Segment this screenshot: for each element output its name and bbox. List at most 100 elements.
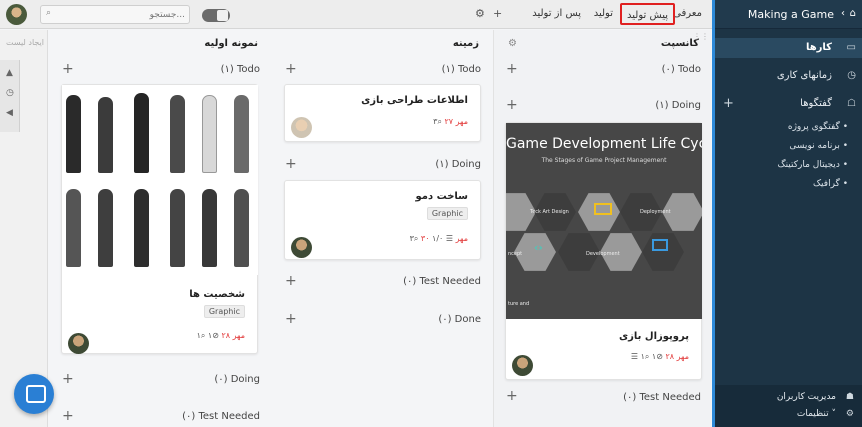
home-icon[interactable]: ⌂ — [850, 8, 856, 19]
card-make-demo[interactable]: ساخت دمو Graphic ۳⌕ ۳۰ مهر ☰ ۱/۰ — [284, 180, 481, 260]
drag-handle-icon[interactable]: ⋮⋮ — [693, 32, 709, 41]
top-bar: معرفی پیش تولید تولید پس از تولید + ⚙ ⌕ — [0, 0, 712, 29]
sidebar-item-tasks[interactable]: کارها ▭ — [715, 38, 862, 58]
section-test-needed: (۰) Test Needed — [403, 276, 481, 287]
comment-count: ۱ — [640, 352, 645, 361]
filter-icon[interactable]: ▲ — [6, 68, 13, 78]
section-todo: (۰) Todo — [661, 64, 701, 75]
add-card-button[interactable]: + — [506, 388, 518, 404]
avatar[interactable] — [6, 4, 27, 25]
list-title[interactable]: زمینه — [453, 38, 479, 49]
project-title[interactable]: Making a Game — [748, 8, 834, 21]
sidebar-item-label: زمانهای کاری — [776, 70, 832, 81]
list-prototype: نمونه اولیه (۱) Todo + شخصیت ها Graphic … — [50, 30, 270, 427]
due-date: ۳۰ مهر — [420, 234, 468, 243]
add-card-button[interactable]: + — [506, 61, 518, 77]
list-concept: کانسپت ⚙ ⋮⋮ (۰) Todo + (۱) Doing + Game … — [493, 30, 711, 427]
conversation-item[interactable]: دیجیتال مارکتینگ — [778, 160, 848, 170]
card-characters[interactable]: شخصیت ها Graphic ۱⌕ ۱⊘ ۲۸ مهر — [61, 84, 258, 354]
list-background: زمینه (۱) Todo + اطلاعات طراحی بازی ۳⌕ ۲… — [273, 30, 491, 427]
comment-count: ۳ — [409, 234, 414, 243]
card-title: پروپوزال بازی — [619, 331, 689, 342]
add-card-button[interactable]: + — [62, 408, 74, 424]
chevron-left-icon[interactable]: ‹ — [841, 8, 845, 19]
gear-icon[interactable]: ⚙ — [508, 38, 517, 49]
comment-count: ۳ — [433, 117, 438, 126]
new-list-label[interactable]: ایجاد لیست — [0, 38, 47, 47]
list-title[interactable]: نمونه اولیه — [204, 38, 258, 49]
tab-production[interactable]: تولید — [594, 8, 613, 19]
section-doing: (۱) Doing — [655, 100, 701, 111]
code-icon: ‹› — [534, 241, 543, 254]
sidebar: ⌂ ‹ Making a Game کارها ▭ زمانهای کاری ◷… — [712, 0, 862, 427]
sidebar-item-label: گفتگوها — [800, 98, 832, 109]
avatar[interactable] — [291, 237, 312, 258]
add-card-button[interactable]: + — [285, 61, 297, 77]
cover-title: Game Development Life Cycle — [506, 136, 702, 152]
megaphone-icon[interactable]: ◀ — [6, 108, 13, 118]
card-icon: ▭ — [846, 42, 856, 53]
chat-icon: ☖ — [847, 98, 856, 109]
add-card-button[interactable]: + — [285, 273, 297, 289]
tab-intro[interactable]: معرفی — [673, 8, 702, 19]
gear-icon[interactable]: ⚙ — [475, 7, 485, 20]
conversation-item[interactable]: گفتگوی پروژه — [788, 122, 848, 132]
section-test-needed: (۰) Test Needed — [182, 411, 260, 422]
add-card-button[interactable]: + — [62, 61, 74, 77]
avatar[interactable] — [68, 333, 89, 354]
conversation-item[interactable]: برنامه نویسی — [789, 141, 848, 151]
tab-postproduction[interactable]: پس از تولید — [532, 8, 581, 19]
cover-label: ncept — [508, 251, 523, 257]
sidebar-item-worktimes[interactable]: زمانهای کاری ◷ — [715, 66, 862, 86]
gear-icon: ⚙ — [845, 409, 854, 419]
search-input[interactable] — [65, 8, 185, 22]
checklist-count: ۱/۰ — [432, 234, 444, 243]
conversation-item[interactable]: گرافیک — [813, 179, 848, 189]
attachment-count: ۱ — [651, 352, 657, 361]
view-toggle[interactable] — [202, 9, 230, 22]
due-date: ۲۸ مهر — [665, 352, 689, 361]
monitor-icon — [594, 203, 612, 215]
section-test-needed: (۰) Test Needed — [623, 392, 701, 403]
due-date: ۲۸ مهر — [221, 331, 245, 340]
filter-panel: ▲ ◷ ◀ — [0, 60, 20, 132]
card-cover-image — [62, 85, 258, 275]
card-title: اطلاعات طراحی بازی — [361, 95, 468, 106]
search-field[interactable]: ⌕ — [40, 5, 190, 24]
comment-count: ۱ — [196, 331, 201, 340]
tag-badge: Graphic — [426, 207, 468, 220]
section-doing: (۱) Doing — [435, 159, 481, 170]
cover-label: Teck Art Design — [530, 209, 569, 215]
avatar[interactable] — [291, 117, 312, 138]
plus-icon[interactable]: + — [493, 7, 502, 20]
new-list-strip: ایجاد لیست ▲ ◷ ◀ — [0, 30, 48, 427]
add-card-button[interactable]: + — [506, 97, 518, 113]
section-todo: (۱) Todo — [220, 64, 260, 75]
due-date: ۲۷ مهر — [444, 117, 468, 126]
card-title: ساخت دمو — [415, 191, 468, 202]
add-card-button[interactable]: + — [285, 156, 297, 172]
attachment-count: ۱ — [207, 331, 213, 340]
card-cover-image: Game Development Life Cycle The Stages o… — [506, 123, 702, 319]
tag-badge: Graphic — [203, 305, 245, 318]
settings-link[interactable]: تنظیمات ˅ — [797, 409, 836, 419]
section-doing: (۰) Doing — [214, 374, 260, 385]
user-management-icon: ☗ — [845, 392, 854, 402]
avatar[interactable] — [512, 355, 533, 376]
search-icon: ⌕ — [46, 8, 52, 18]
timer-icon[interactable]: ◷ — [6, 88, 14, 98]
cover-subtitle: The Stages of Game Project Management — [541, 157, 667, 164]
chat-support-button[interactable] — [14, 374, 54, 414]
sidebar-item-conversations[interactable]: گفتگوها ☖ — [715, 94, 862, 114]
user-management-link[interactable]: مدیریت کاربران — [777, 392, 836, 402]
card-game-design-info[interactable]: اطلاعات طراحی بازی ۳⌕ ۲۷ مهر — [284, 84, 481, 142]
card-game-proposal[interactable]: Game Development Life Cycle The Stages o… — [505, 122, 702, 380]
sidebar-footer: ☗ مدیریت کاربران ⚙ تنظیمات ˅ — [715, 385, 862, 427]
cover-label: Deployment — [640, 209, 671, 215]
tab-preproduction[interactable]: پیش تولید — [620, 3, 675, 25]
toggle-knob — [217, 10, 228, 21]
card-meta: ۳⌕ ۳۰ مهر ☰ ۱/۰ — [409, 234, 468, 243]
add-card-button[interactable]: + — [62, 371, 74, 387]
add-card-button[interactable]: + — [285, 311, 297, 327]
add-conversation-button[interactable]: + — [723, 96, 734, 111]
